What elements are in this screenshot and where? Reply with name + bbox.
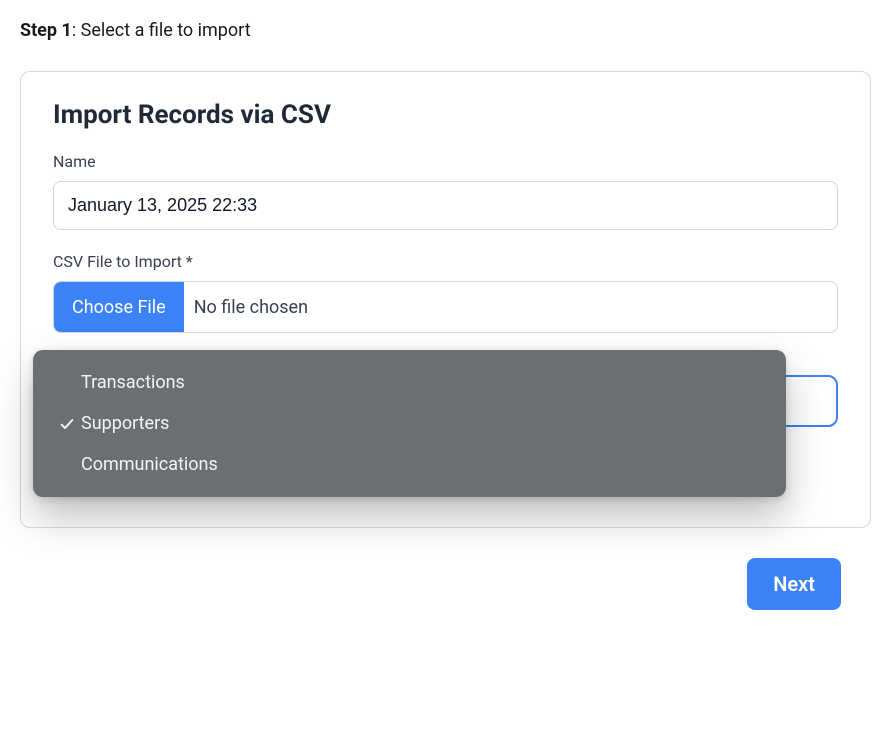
dropdown-item-label: Communications xyxy=(81,454,766,475)
name-label: Name xyxy=(53,152,838,171)
step-number: Step 1 xyxy=(20,20,72,41)
footer: Next xyxy=(20,558,871,610)
dropdown-item-label: Supporters xyxy=(81,413,766,434)
dropdown-item-transactions[interactable]: Transactions xyxy=(33,362,786,403)
choose-file-button[interactable]: Choose File xyxy=(54,282,184,332)
step-header: Step 1: Select a file to import xyxy=(20,20,871,41)
next-button[interactable]: Next xyxy=(747,558,841,610)
step-description: : Select a file to import xyxy=(72,20,251,41)
file-input-wrapper: Choose File No file chosen xyxy=(53,281,838,333)
dropdown-item-label: Transactions xyxy=(81,372,766,393)
file-status-text: No file chosen xyxy=(184,282,837,332)
dropdown-item-communications[interactable]: Communications xyxy=(33,444,786,485)
check-icon xyxy=(53,416,81,432)
csv-file-label: CSV File to Import * xyxy=(53,252,838,271)
dropdown-item-supporters[interactable]: Supporters xyxy=(33,403,786,444)
import-type-dropdown: Transactions Supporters Communications xyxy=(33,350,786,497)
name-input[interactable] xyxy=(53,181,838,230)
card-title: Import Records via CSV xyxy=(53,100,838,130)
